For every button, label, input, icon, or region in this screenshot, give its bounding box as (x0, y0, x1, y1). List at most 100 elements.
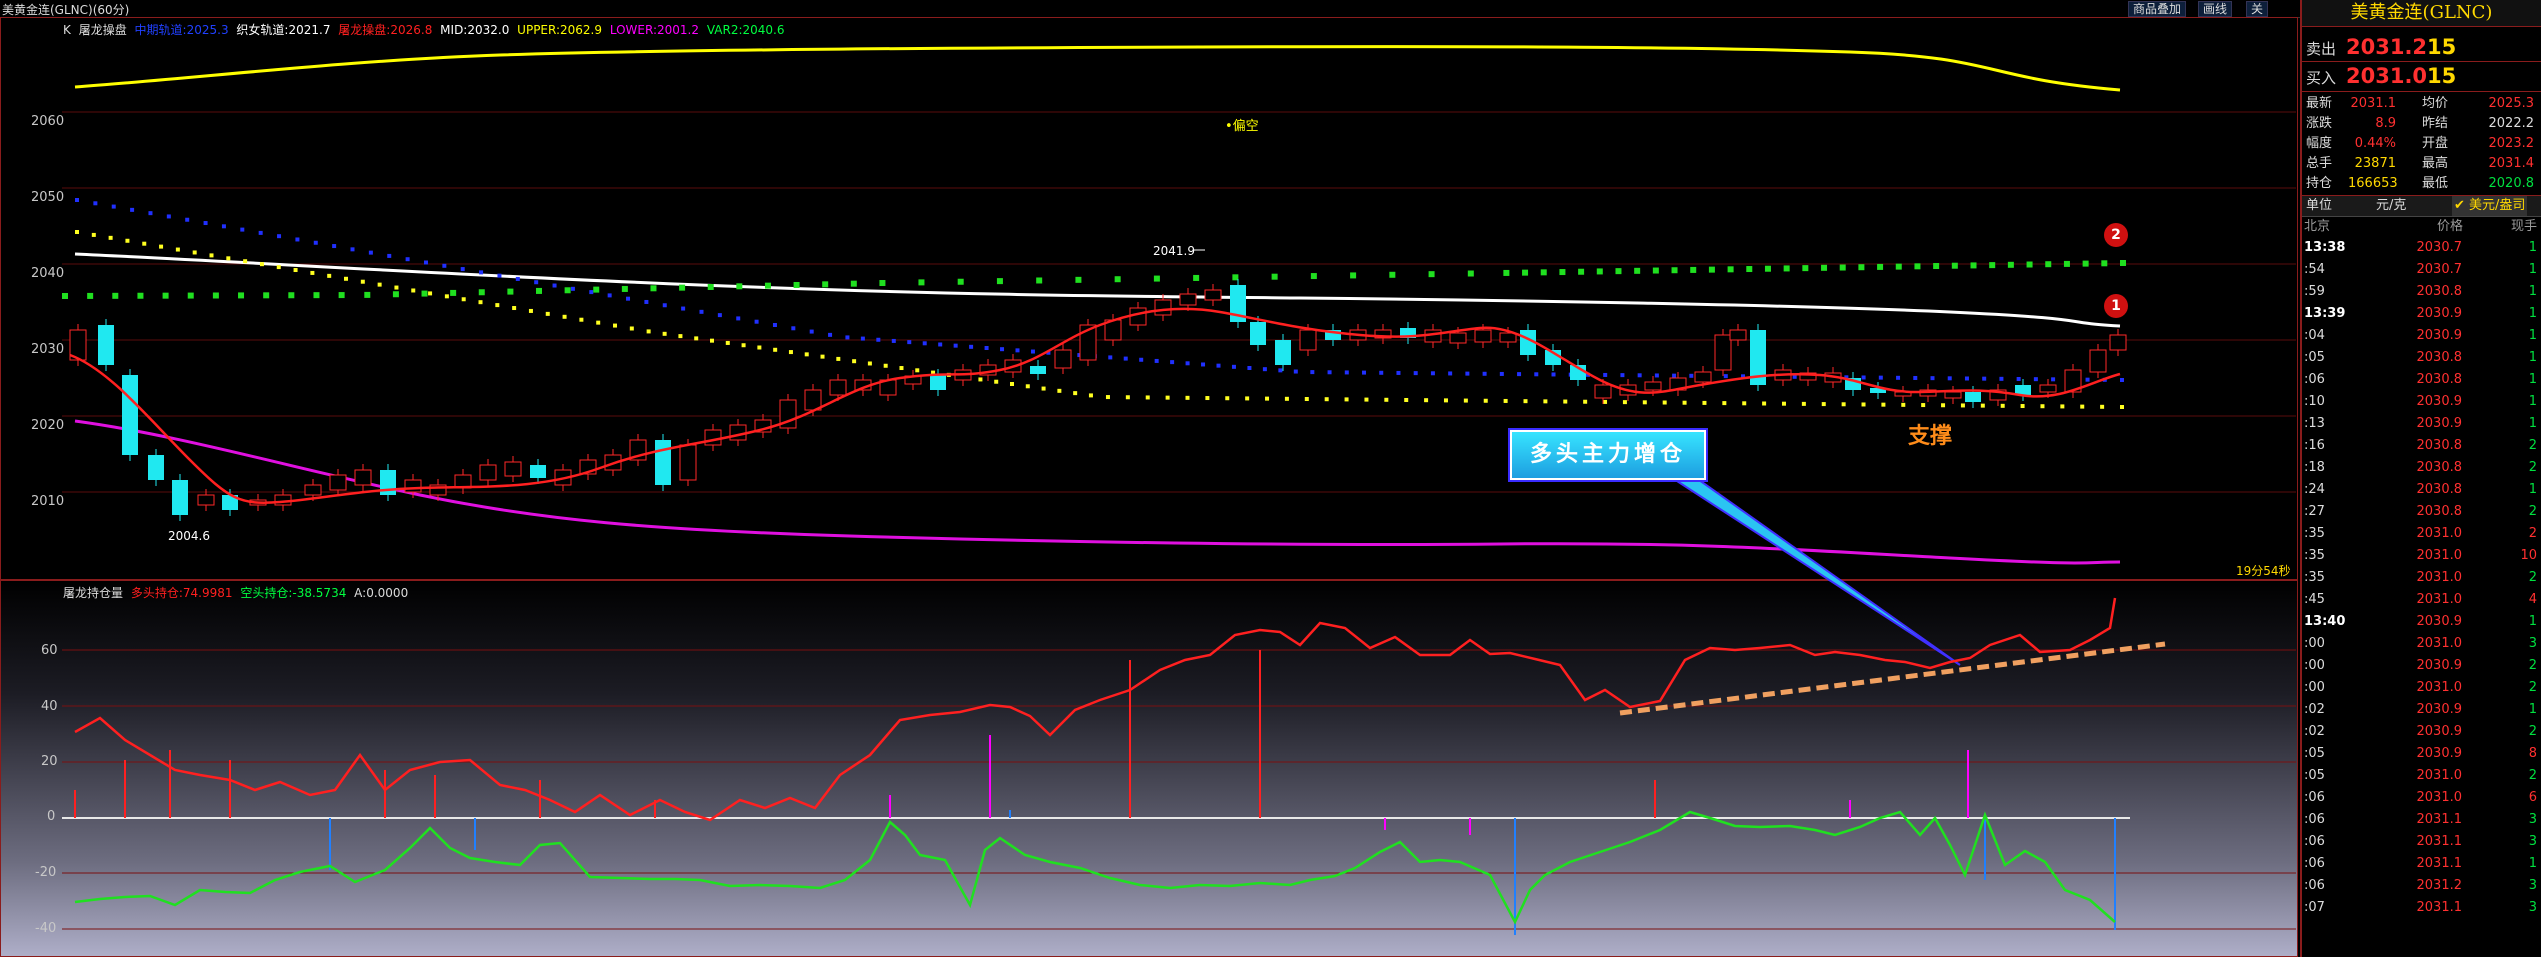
tick-time: :13 (2304, 416, 2325, 431)
track-dot (75, 230, 79, 234)
track-dot (1941, 403, 1946, 408)
tick-price: 2031.0 (2416, 592, 2463, 607)
tick-volume: 2 (2528, 768, 2537, 783)
candle-body (530, 465, 546, 478)
track-dot (1801, 401, 1806, 406)
track-dot (1821, 402, 1826, 407)
track-dot (1534, 372, 1539, 377)
quote-panel: 美黄金连(GLNC) 卖出 2031.2 15 买入 2031.0 15 最新 2… (2300, 0, 2541, 957)
track-dot (915, 368, 920, 373)
track-dot (1746, 266, 1753, 273)
track-dot (1030, 349, 1035, 354)
candle-body (655, 440, 671, 485)
track-dot (883, 363, 888, 368)
track-dot (221, 224, 226, 229)
track-dot (1895, 263, 1902, 270)
track-dot (1205, 396, 1210, 401)
tick-volume: 2 (2528, 460, 2537, 475)
track-dot (185, 217, 190, 222)
quote-title: 美黄金连(GLNC) (2302, 0, 2541, 27)
track-dot (377, 282, 382, 287)
track-dot (1271, 273, 1278, 280)
track-dot (1384, 397, 1389, 402)
track-dot (1170, 360, 1175, 365)
track-dot (899, 366, 904, 371)
track-dot (1896, 375, 1901, 380)
track-dot (1424, 398, 1429, 403)
track-dot (793, 281, 800, 288)
track-dot (1672, 373, 1677, 378)
track-dot (1114, 276, 1121, 283)
tick-price: 2030.9 (2416, 702, 2463, 717)
track-dot (1517, 372, 1522, 377)
track-dot (984, 346, 989, 350)
track-dot (1379, 370, 1384, 375)
track-dot (1448, 371, 1453, 376)
track-dot (957, 278, 964, 285)
tick-volume: 1 (2528, 284, 2537, 299)
candle-body (729, 424, 747, 441)
track-dot (1596, 268, 1603, 275)
tick-row: :59 2030.8 1 (2302, 281, 2541, 303)
track-dot (1364, 397, 1369, 402)
track-dot (2100, 404, 2105, 409)
marker-badge-2[interactable]: 2 (2104, 223, 2128, 247)
marker-badge-1[interactable]: 1 (2104, 294, 2128, 318)
unit-value[interactable]: 元/克 (2376, 196, 2406, 216)
track-dot (1304, 397, 1309, 402)
stat-value: 2031.1 (2350, 96, 2397, 111)
track-dot (629, 326, 634, 331)
track-dot (717, 313, 722, 318)
unit-alt-toggle[interactable]: ✔ 美元/盎司 (2452, 196, 2528, 216)
track-dot (741, 343, 746, 348)
track-dot (1662, 400, 1667, 405)
bid-volume: 15 (2427, 64, 2457, 88)
track-dot (1105, 395, 1110, 400)
tick-price: 2031.1 (2416, 834, 2463, 849)
tick-price: 2031.2 (2416, 878, 2463, 893)
track-dot (226, 256, 231, 261)
track-dot (1396, 370, 1401, 375)
bid-price: 2031.0 (2346, 64, 2428, 88)
tick-row: :13 2030.9 1 (2302, 413, 2541, 435)
track-dot (166, 214, 171, 219)
tick-volume: 3 (2528, 834, 2537, 849)
tick-volume: 2 (2528, 438, 2537, 453)
stat-value: 2020.8 (2488, 176, 2535, 191)
tick-row: 13:40 2030.9 1 (2302, 611, 2541, 633)
tick-volume: 3 (2528, 900, 2537, 915)
candle-body (479, 464, 497, 481)
tick-volume: 3 (2528, 812, 2537, 827)
track-dot (1262, 367, 1267, 372)
track-dot (1921, 403, 1926, 408)
mid-line (74, 252, 2121, 328)
track-dot (1563, 399, 1568, 404)
track-dot (2085, 377, 2090, 382)
tick-volume: 1 (2528, 350, 2537, 365)
track-dot (2063, 260, 2070, 267)
tick-price: 2030.8 (2416, 350, 2463, 365)
tick-price: 2030.9 (2416, 746, 2463, 761)
track-dot (310, 270, 315, 275)
sub-trend-line (1619, 641, 2166, 716)
track-dot (344, 276, 349, 281)
track-dot (1603, 399, 1608, 404)
tick-row: :00 2030.9 2 (2302, 655, 2541, 677)
ask-price: 2031.2 (2346, 35, 2428, 59)
track-dot (1722, 401, 1727, 406)
unit-label: 单位 (2306, 198, 2333, 213)
track-dot (860, 336, 865, 341)
track-dot (938, 342, 943, 347)
tick-time: 13:38 (2304, 240, 2346, 255)
track-dot (243, 259, 248, 264)
tick-price: 2031.1 (2416, 812, 2463, 827)
candle-body (148, 455, 164, 480)
track-dot (108, 235, 113, 240)
track-dot (922, 341, 927, 346)
track-dot (111, 204, 116, 209)
tick-volume: 6 (2528, 790, 2537, 805)
track-dot (2007, 261, 2014, 268)
track-dot (263, 292, 270, 299)
tick-price: 2031.0 (2416, 680, 2463, 695)
track-dot (1947, 376, 1952, 381)
